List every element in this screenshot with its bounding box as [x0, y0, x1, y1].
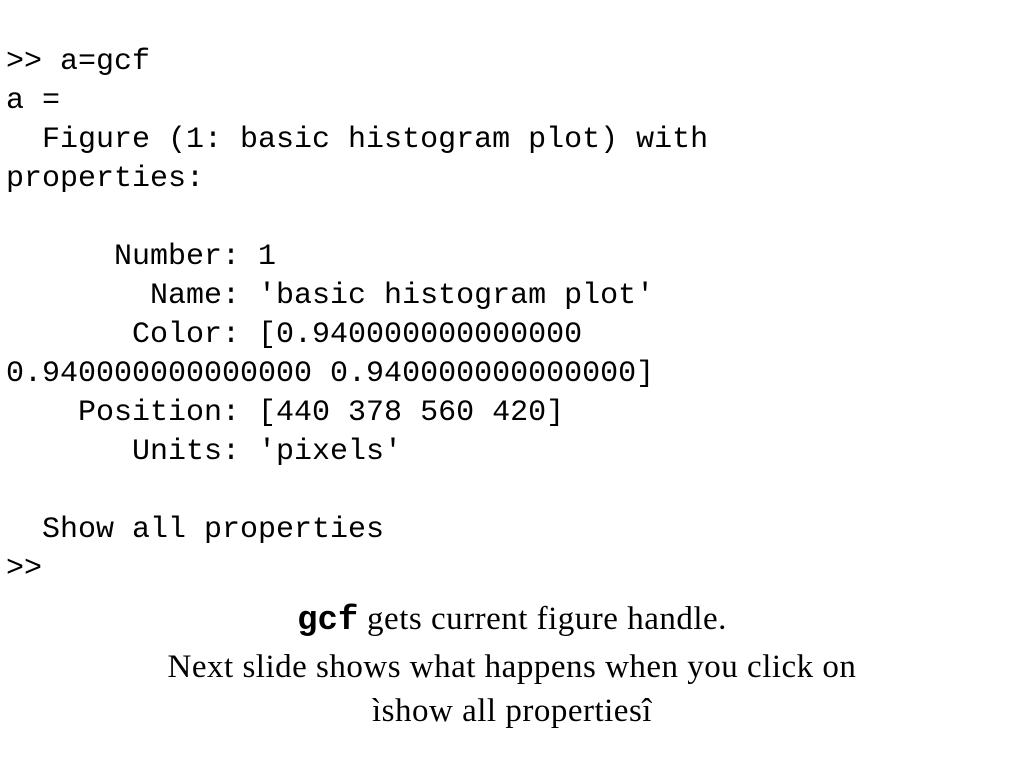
code-line: Number: 1 — [6, 240, 276, 274]
code-line: Units: 'pixels' — [6, 435, 402, 469]
code-line: Show all properties — [6, 513, 384, 547]
caption-line: Next slide shows what happens when you c… — [20, 645, 1004, 690]
keyword-gcf: gcf — [297, 602, 358, 640]
code-line: Color: [0.940000000000000 — [6, 318, 582, 352]
caption-text: gets current figure handle. — [358, 601, 727, 637]
code-line: >> a=gcf — [6, 45, 150, 79]
slide-caption: gcf gets current figure handle. Next sli… — [0, 597, 1024, 734]
code-line: Position: [440 378 560 420] — [6, 396, 564, 430]
code-line: >> — [6, 552, 42, 586]
code-line: Figure (1: basic histogram plot) with — [6, 123, 708, 157]
code-line: Name: 'basic histogram plot' — [6, 279, 654, 313]
code-line: a = — [6, 84, 60, 118]
code-line: properties: — [6, 162, 204, 196]
code-line: 0.940000000000000 0.940000000000000] — [6, 357, 654, 391]
command-window-output: >> a=gcf a = Figure (1: basic histogram … — [0, 0, 1024, 589]
caption-line: ìshow all propertiesî — [20, 689, 1004, 734]
caption-line: gcf gets current figure handle. — [20, 597, 1004, 645]
